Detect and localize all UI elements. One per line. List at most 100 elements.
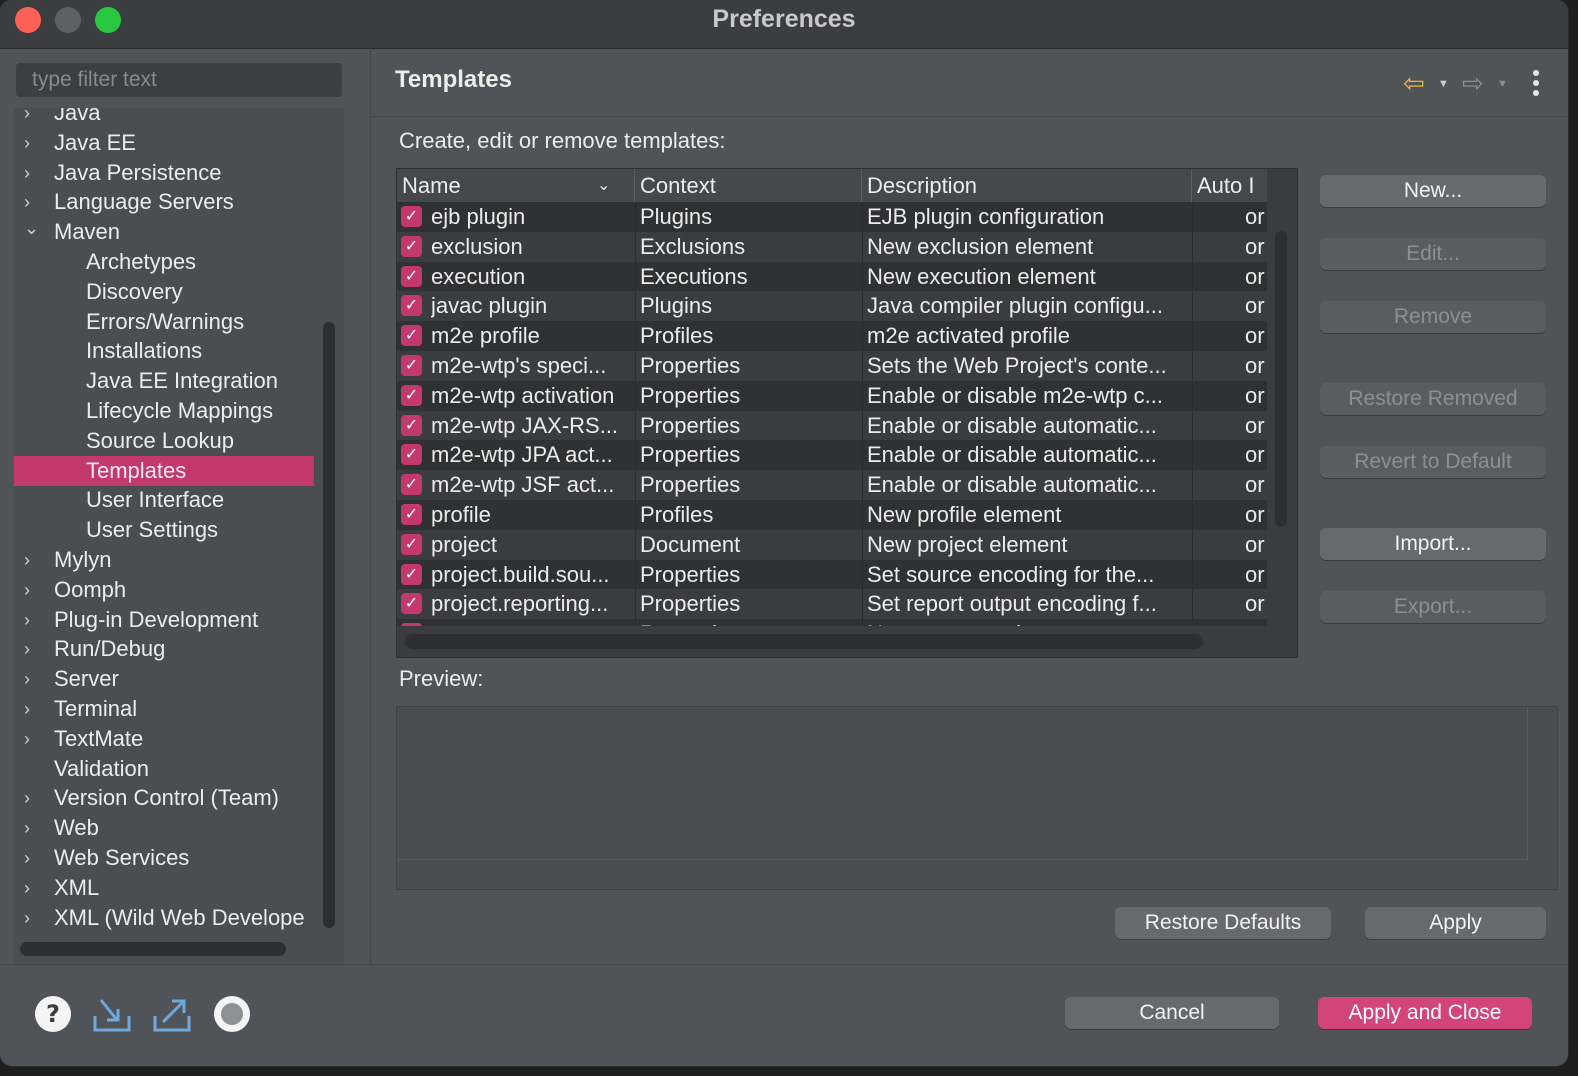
tree-item[interactable]: › Version Control (Team) [14, 783, 314, 813]
table-row[interactable]: ✓ m2e-wtp activation Properties Enable or d… [397, 380, 1267, 411]
tree-item[interactable]: › Java [14, 108, 314, 128]
table-row[interactable]: ✓ m2e profile Profiles m2e activated profil… [397, 321, 1267, 352]
import-button[interactable]: Import... [1320, 528, 1546, 560]
chevron-right-icon[interactable]: › [24, 813, 40, 843]
chevron-right-icon[interactable]: › [24, 128, 40, 158]
export-icon[interactable] [151, 994, 191, 1034]
help-icon[interactable]: ? [33, 994, 73, 1034]
arrow-right-icon[interactable]: ⇨ [1462, 68, 1484, 99]
tree-vertical-scrollbar[interactable] [323, 322, 335, 928]
tree-item[interactable]: › Java EE [14, 128, 314, 158]
table-row[interactable]: ✓ project.reporting... Properties Set repor… [397, 589, 1267, 620]
new-button[interactable]: New... [1320, 175, 1546, 207]
row-checkbox[interactable]: ✓ [401, 206, 422, 227]
tree-item[interactable]: › Java Persistence [14, 158, 314, 188]
preference-tree[interactable]: › Java › Java EE › Java Persistence › Language … [14, 108, 344, 963]
export-button[interactable]: Export... [1320, 591, 1546, 623]
chevron-right-icon[interactable]: › [24, 903, 40, 933]
tree-item[interactable]: › TextMate [14, 724, 314, 754]
chevron-right-icon[interactable]: › [24, 694, 40, 724]
table-row[interactable]: ✓ m2e-wtp JAX-RS... Properties Enable or di… [397, 410, 1267, 441]
table-row[interactable]: ✓ property Properties New property element o… [397, 619, 1267, 626]
chevron-right-icon[interactable]: › [24, 783, 40, 813]
chevron-right-icon[interactable]: › [24, 873, 40, 903]
chevron-right-icon[interactable]: › [24, 664, 40, 694]
row-checkbox[interactable]: ✓ [401, 384, 422, 406]
column-header-name[interactable]: Name ⌄ [397, 169, 635, 202]
row-checkbox[interactable]: ✓ [401, 623, 422, 626]
templates-table[interactable]: Name ⌄ Context Description Auto I ✓ ejb p… [396, 168, 1298, 658]
chevron-right-icon[interactable]: › [24, 724, 40, 754]
table-row[interactable]: ✓ m2e-wtp's speci... Properties Sets the We… [397, 351, 1267, 381]
table-row[interactable]: ✓ m2e-wtp JPA act... Properties Enable or d… [397, 440, 1267, 471]
remove-button[interactable]: Remove [1320, 301, 1546, 333]
filter-input[interactable]: type filter text [16, 63, 342, 97]
tree-item[interactable]: › Server [14, 664, 314, 694]
tree-item[interactable]: › Language Servers [14, 187, 314, 217]
row-checkbox[interactable]: ✓ [401, 474, 422, 496]
row-checkbox[interactable]: ✓ [401, 295, 422, 317]
tree-item[interactable]: › Web Services [14, 843, 314, 873]
row-checkbox[interactable]: ✓ [401, 355, 422, 376]
table-row[interactable]: ✓ project.build.sou... Properties Set sourc… [397, 559, 1267, 590]
back-dropdown-icon[interactable]: ▼ [1438, 78, 1449, 90]
table-row[interactable]: ✓ javac plugin Plugins Java compiler plugin… [397, 291, 1267, 322]
column-header-context[interactable]: Context [635, 169, 862, 202]
tree-item[interactable]: Archetypes [14, 247, 314, 277]
row-checkbox[interactable]: ✓ [401, 265, 422, 287]
tree-item[interactable]: Lifecycle Mappings [14, 396, 314, 426]
table-row[interactable]: ✓ ejb plugin Plugins EJB plugin configurati… [397, 202, 1267, 232]
cancel-button[interactable]: Cancel [1065, 997, 1279, 1029]
restore-removed-button[interactable]: Restore Removed [1320, 383, 1546, 415]
row-checkbox[interactable]: ✓ [401, 325, 422, 347]
chevron-right-icon[interactable]: › [24, 158, 40, 188]
tree-item[interactable]: Templates [14, 455, 314, 486]
column-header-auto-insert[interactable]: Auto I [1192, 169, 1267, 202]
restore-defaults-button[interactable]: Restore Defaults [1115, 907, 1331, 939]
apply-button[interactable]: Apply [1365, 907, 1546, 939]
vertical-dots-icon[interactable] [1530, 70, 1542, 100]
chevron-right-icon[interactable]: › [24, 108, 40, 128]
tree-item[interactable]: ⌄ Maven [14, 217, 314, 247]
revert-to-default-button[interactable]: Revert to Default [1320, 446, 1546, 478]
edit-button[interactable]: Edit... [1320, 238, 1546, 270]
tree-item[interactable]: Validation [14, 754, 314, 784]
tree-horizontal-scrollbar[interactable] [20, 942, 286, 956]
row-checkbox[interactable]: ✓ [401, 414, 422, 436]
record-icon[interactable] [212, 994, 252, 1034]
table-row[interactable]: ✓ project Document New project element or [397, 529, 1267, 560]
tree-item[interactable]: User Interface [14, 485, 314, 515]
table-row[interactable]: ✓ exclusion Exclusions New exclusion elemen… [397, 231, 1267, 262]
tree-item[interactable]: › XML (Wild Web Develope [14, 903, 314, 933]
table-horizontal-scrollbar[interactable] [405, 634, 1203, 649]
chevron-right-icon[interactable]: › [24, 575, 40, 605]
chevron-right-icon[interactable]: › [24, 545, 40, 575]
tree-item[interactable]: › Plug-in Development [14, 605, 314, 635]
row-checkbox[interactable]: ✓ [401, 563, 422, 585]
apply-and-close-button[interactable]: Apply and Close [1318, 997, 1532, 1029]
table-row[interactable]: ✓ m2e-wtp JSF act... Properties Enable or d… [397, 470, 1267, 501]
tree-item[interactable]: Installations [14, 336, 314, 366]
import-icon[interactable] [91, 994, 131, 1034]
row-checkbox[interactable]: ✓ [401, 533, 422, 555]
row-checkbox[interactable]: ✓ [401, 444, 422, 466]
tree-item[interactable]: Errors/Warnings [14, 307, 314, 337]
tree-item[interactable]: › Web [14, 813, 314, 843]
tree-item[interactable]: › XML [14, 873, 314, 903]
tree-item[interactable]: Discovery [14, 277, 314, 307]
column-header-description[interactable]: Description [862, 169, 1192, 202]
arrow-left-icon[interactable]: ⇦ [1403, 68, 1425, 99]
row-checkbox[interactable]: ✓ [401, 593, 422, 615]
chevron-right-icon[interactable]: › [24, 843, 40, 873]
tree-item[interactable]: Java EE Integration [14, 366, 314, 396]
row-checkbox[interactable]: ✓ [401, 235, 422, 257]
chevron-right-icon[interactable]: › [24, 634, 40, 664]
tree-item[interactable]: › Run/Debug [14, 634, 314, 664]
forward-dropdown-icon[interactable]: ▼ [1497, 78, 1508, 90]
tree-item[interactable]: › Oomph [14, 575, 314, 605]
tree-item[interactable]: › Mylyn [14, 545, 314, 575]
preview-area[interactable] [396, 706, 1558, 890]
tree-item[interactable]: User Settings [14, 515, 314, 545]
tree-item[interactable]: Source Lookup [14, 426, 314, 456]
table-row[interactable]: ✓ execution Executions New execution elemen… [397, 261, 1267, 292]
